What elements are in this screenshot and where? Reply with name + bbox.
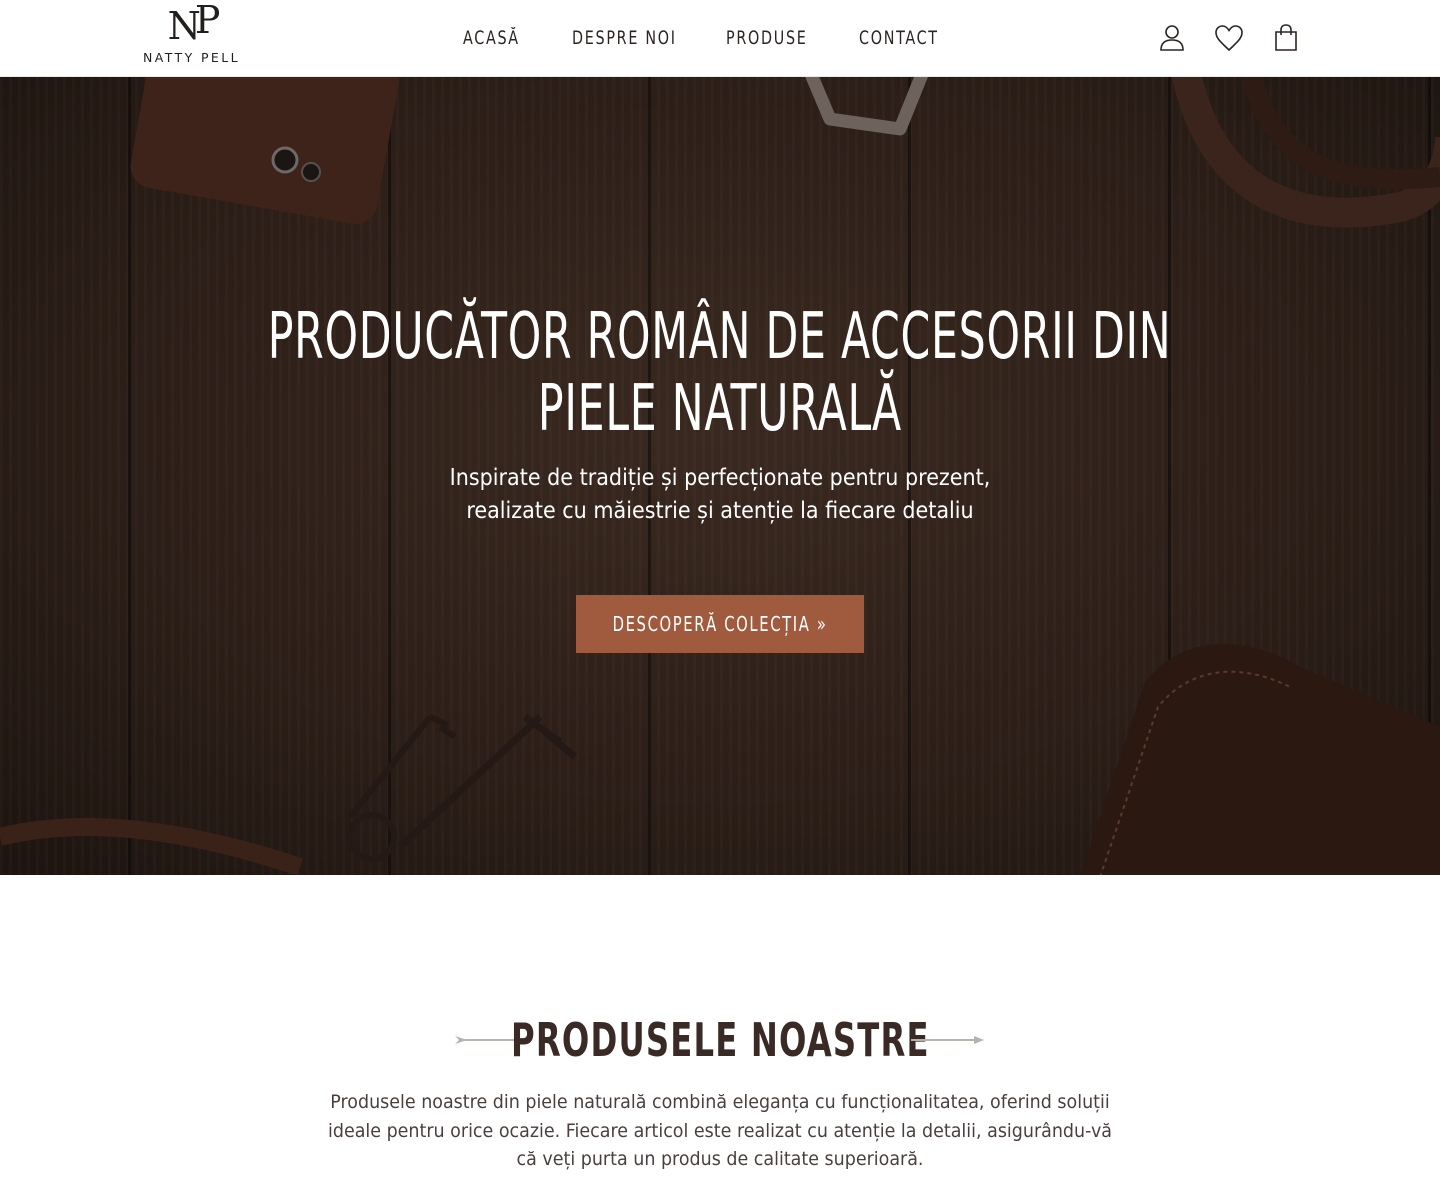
arrow-right-icon: [911, 1036, 984, 1044]
hero-subtitle-line-1: Inspirate de tradiție și perfecționate p…: [449, 465, 991, 491]
hero-title: PRODUCĂTOR ROMÂN DE ACCESORII DIN PIELE …: [0, 301, 1440, 445]
hero-subtitle: Inspirate de tradiție și perfecționate p…: [370, 462, 1070, 528]
header-actions: [1156, 22, 1306, 56]
discover-collection-label: DESCOPERĂ COLECȚIA »: [612, 612, 828, 636]
section-description-text: Produsele noastre din piele naturală com…: [327, 1091, 1113, 1170]
hero-title-line-2: PIELE NATURALĂ: [538, 372, 902, 446]
logo-name: NATTY PELL: [143, 50, 240, 65]
site-logo[interactable]: NP NATTY PELL: [143, 0, 240, 68]
hero-subtitle-line-2: realizate cu măiestrie și atenție la fie…: [466, 498, 974, 524]
section-description: Produsele noastre din piele naturală com…: [290, 1088, 1150, 1174]
logo-mark: NP: [167, 0, 221, 48]
nav-item-acasa[interactable]: ACASĂ: [463, 24, 520, 54]
nav-item-despre-noi[interactable]: DESPRE NOI: [572, 24, 677, 54]
section-title: PRODUSELE NOASTRE: [0, 1010, 1440, 1070]
hero-banner: PRODUCĂTOR ROMÂN DE ACCESORII DIN PIELE …: [0, 77, 1440, 875]
nav-item-produse[interactable]: PRODUSE: [726, 24, 808, 54]
heart-icon[interactable]: [1213, 22, 1245, 54]
user-icon[interactable]: [1156, 22, 1188, 54]
section-title-text: PRODUSELE NOASTRE: [510, 1013, 930, 1067]
site-header: NP NATTY PELL ACASĂ DESPRE NOI PRODUSE C…: [0, 0, 1440, 77]
shopping-bag-icon[interactable]: [1270, 22, 1302, 54]
discover-collection-button[interactable]: DESCOPERĂ COLECȚIA »: [576, 595, 864, 653]
hero-title-line-1: PRODUCĂTOR ROMÂN DE ACCESORII DIN: [268, 300, 1172, 374]
nav-item-contact[interactable]: CONTACT: [859, 24, 939, 54]
section-heading: PRODUSELE NOASTRE: [0, 1010, 1440, 1070]
